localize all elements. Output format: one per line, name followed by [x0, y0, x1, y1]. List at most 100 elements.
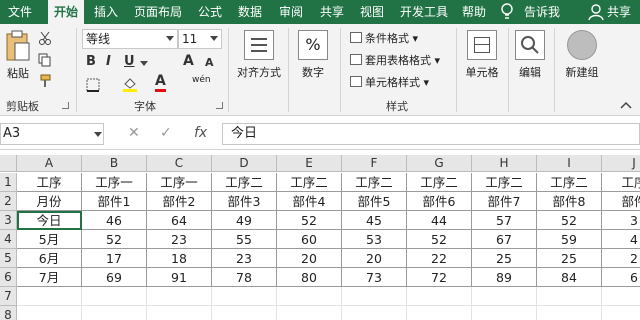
cell-g6[interactable]: 72 — [407, 268, 472, 287]
cell-b4[interactable]: 52 — [82, 230, 147, 249]
cell-style-button[interactable]: 单元格样式 ▾ — [350, 74, 429, 90]
cell-d2[interactable]: 部件3 — [212, 192, 277, 211]
menu-page-layout[interactable]: 页面布局 — [134, 0, 182, 24]
cell-j7[interactable] — [602, 287, 640, 306]
cell-f4[interactable]: 53 — [342, 230, 407, 249]
cell-f3[interactable]: 45 — [342, 211, 407, 230]
menu-file[interactable]: 文件 — [8, 0, 32, 24]
alignment-button[interactable]: 对齐方式 — [233, 30, 285, 80]
column-header-g[interactable]: G — [407, 155, 472, 172]
cell-d7[interactable] — [212, 287, 277, 306]
row-header-3[interactable]: 3 — [0, 211, 17, 230]
cell-f7[interactable] — [342, 287, 407, 306]
cell-i3[interactable]: 52 — [537, 211, 602, 230]
cell-b8[interactable] — [82, 306, 147, 320]
table-format-button[interactable]: 套用表格格式 ▾ — [350, 52, 440, 68]
menu-view[interactable]: 视图 — [360, 0, 384, 24]
font-color-button[interactable]: A — [155, 74, 166, 92]
cell-g4[interactable]: 52 — [407, 230, 472, 249]
cell-i8[interactable] — [537, 306, 602, 320]
cell-d5[interactable]: 23 — [212, 249, 277, 268]
cell-j3[interactable]: 3 — [602, 211, 640, 230]
font-name-select[interactable]: 等线 — [82, 29, 178, 49]
phonetic-button[interactable]: wén — [192, 75, 211, 85]
cell-c6[interactable]: 91 — [147, 268, 212, 287]
share-button[interactable]: 共享 — [607, 0, 631, 24]
font-launcher-icon[interactable] — [216, 102, 223, 109]
column-header-d[interactable]: D — [212, 155, 277, 172]
editing-button[interactable]: 编辑 — [512, 30, 548, 80]
menu-home[interactable]: 开始 — [48, 0, 85, 24]
column-header-c[interactable]: C — [147, 155, 212, 172]
cell-j1[interactable]: 工序 — [602, 173, 640, 192]
cell-g8[interactable] — [407, 306, 472, 320]
cell-j6[interactable]: 6 — [602, 268, 640, 287]
collapse-ribbon-icon[interactable] — [620, 100, 632, 110]
cell-a4[interactable]: 5月 — [17, 230, 82, 249]
paste-button[interactable]: 粘贴 — [3, 30, 33, 81]
cell-f5[interactable]: 20 — [342, 249, 407, 268]
cell-d3[interactable]: 49 — [212, 211, 277, 230]
copy-icon[interactable] — [38, 53, 52, 67]
cell-e3[interactable]: 52 — [277, 211, 342, 230]
cancel-icon[interactable]: ✕ — [128, 125, 140, 141]
cell-f2[interactable]: 部件5 — [342, 192, 407, 211]
cell-b3[interactable]: 46 — [82, 211, 147, 230]
cell-b5[interactable]: 17 — [82, 249, 147, 268]
column-header-i[interactable]: I — [537, 155, 602, 172]
menu-formulas[interactable]: 公式 — [198, 0, 222, 24]
clipboard-launcher-icon[interactable] — [62, 102, 69, 109]
cell-j2[interactable]: 部件 — [602, 192, 640, 211]
cell-i1[interactable]: 工序二 — [537, 173, 602, 192]
cell-a1[interactable]: 工序 — [17, 173, 82, 192]
cell-c3[interactable]: 64 — [147, 211, 212, 230]
bold-button[interactable]: B — [86, 54, 96, 69]
cell-i2[interactable]: 部件8 — [537, 192, 602, 211]
user-icon[interactable] — [588, 3, 604, 21]
cell-e7[interactable] — [277, 287, 342, 306]
cell-g2[interactable]: 部件6 — [407, 192, 472, 211]
row-header-7[interactable]: 7 — [0, 287, 17, 306]
row-header-2[interactable]: 2 — [0, 192, 17, 211]
menu-review[interactable]: 审阅 — [279, 0, 303, 24]
row-header-1[interactable]: 1 — [0, 173, 17, 192]
cell-f8[interactable] — [342, 306, 407, 320]
cell-d6[interactable]: 78 — [212, 268, 277, 287]
format-painter-icon[interactable] — [38, 74, 52, 88]
cells-button[interactable]: 单元格 — [460, 30, 504, 80]
cell-a8[interactable] — [17, 306, 82, 320]
decrease-font-button[interactable]: A — [205, 56, 214, 69]
cell-a3[interactable]: 今日 — [17, 211, 82, 230]
new-group-button[interactable]: 新建组 — [560, 30, 604, 80]
cell-g3[interactable]: 44 — [407, 211, 472, 230]
cell-e1[interactable]: 工序二 — [277, 173, 342, 192]
cell-c1[interactable]: 工序一 — [147, 173, 212, 192]
cell-j5[interactable]: 2 — [602, 249, 640, 268]
cell-c7[interactable] — [147, 287, 212, 306]
font-size-select[interactable]: 11 — [178, 29, 222, 49]
cell-a5[interactable]: 6月 — [17, 249, 82, 268]
column-header-b[interactable]: B — [82, 155, 147, 172]
row-header-6[interactable]: 6 — [0, 268, 17, 287]
chevron-down-icon[interactable] — [140, 61, 148, 66]
cell-i5[interactable]: 25 — [537, 249, 602, 268]
formula-input[interactable]: 今日 — [222, 123, 640, 145]
border-icon[interactable] — [86, 78, 100, 92]
cell-a7[interactable] — [17, 287, 82, 306]
cell-g5[interactable]: 22 — [407, 249, 472, 268]
number-format-button[interactable]: % 数字 — [292, 30, 334, 80]
cell-d1[interactable]: 工序二 — [212, 173, 277, 192]
chevron-down-icon[interactable] — [94, 132, 102, 137]
menu-data[interactable]: 数据 — [238, 0, 262, 24]
cell-h7[interactable] — [472, 287, 537, 306]
cell-e8[interactable] — [277, 306, 342, 320]
cell-c5[interactable]: 18 — [147, 249, 212, 268]
underline-button[interactable]: U — [124, 54, 135, 69]
cell-d8[interactable] — [212, 306, 277, 320]
cell-g7[interactable] — [407, 287, 472, 306]
cell-c8[interactable] — [147, 306, 212, 320]
row-header-5[interactable]: 5 — [0, 249, 17, 268]
cell-b7[interactable] — [82, 287, 147, 306]
cell-h3[interactable]: 57 — [472, 211, 537, 230]
column-header-f[interactable]: F — [342, 155, 407, 172]
